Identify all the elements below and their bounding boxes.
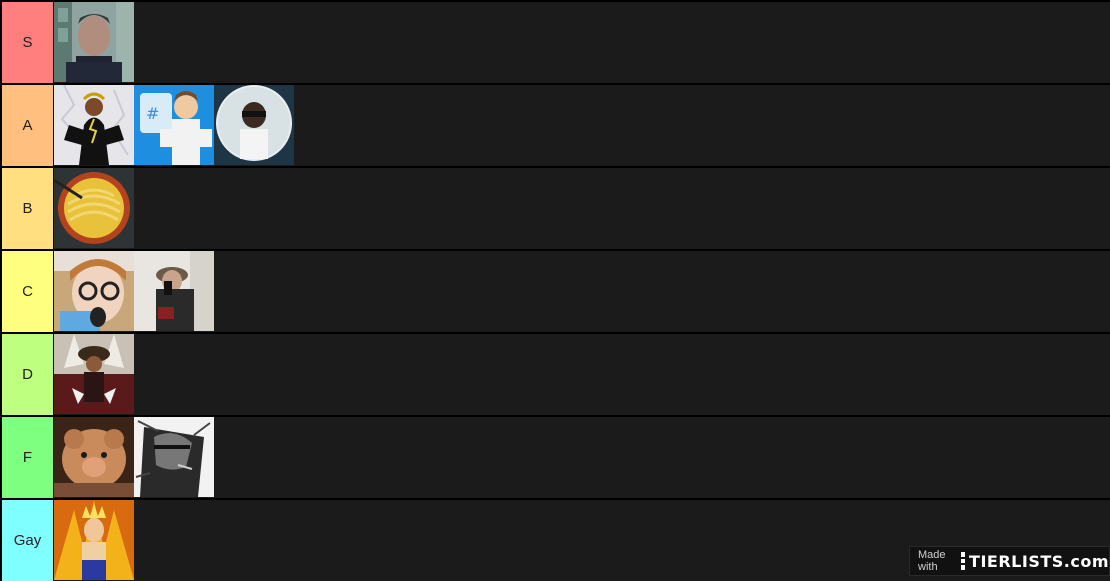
tier-item-image[interactable] [54,85,134,165]
tier-row-a: A # [0,85,1110,166]
tier-item-image[interactable] [134,251,214,331]
tier-label-s[interactable]: S [2,2,53,83]
watermark-brand: TIERLISTS.com [969,551,1109,571]
tier-item-image[interactable] [54,251,134,331]
tier-item-image[interactable] [54,2,134,82]
tier-row-s: S [0,2,1110,83]
watermark-made-with: Made with [918,549,946,573]
tier-label-a[interactable]: A [2,85,53,166]
tier-row-f: F [0,417,1110,498]
tier-label-f[interactable]: F [2,417,53,498]
tier-items-f[interactable] [54,417,1110,498]
tier-item-image[interactable] [54,500,134,580]
tier-label-c[interactable]: C [2,251,53,332]
tier-item-image[interactable]: # [134,85,214,165]
tier-label-b[interactable]: B [2,168,53,249]
svg-text:#: # [146,104,159,123]
tier-item-image[interactable] [54,168,134,248]
tierlists-watermark[interactable]: Made with TIERLISTS.com [909,546,1110,576]
tier-item-image[interactable] [134,417,214,497]
tier-item-image[interactable] [54,417,134,497]
tier-items-c[interactable] [54,251,1110,332]
tier-item-image[interactable] [214,85,294,165]
tier-row-d: D [0,334,1110,415]
tier-item-image[interactable] [54,334,134,414]
tier-items-s[interactable] [54,2,1110,83]
tier-row-c: C [0,251,1110,332]
tier-items-b[interactable] [54,168,1110,249]
tierlists-logo-icon [960,552,966,571]
tier-list: S A # B C D F Gay [0,0,1110,581]
tier-label-gay[interactable]: Gay [2,500,53,581]
tier-items-a[interactable]: # [54,85,1110,166]
tier-items-d[interactable] [54,334,1110,415]
tier-label-d[interactable]: D [2,334,53,415]
tier-row-b: B [0,168,1110,249]
